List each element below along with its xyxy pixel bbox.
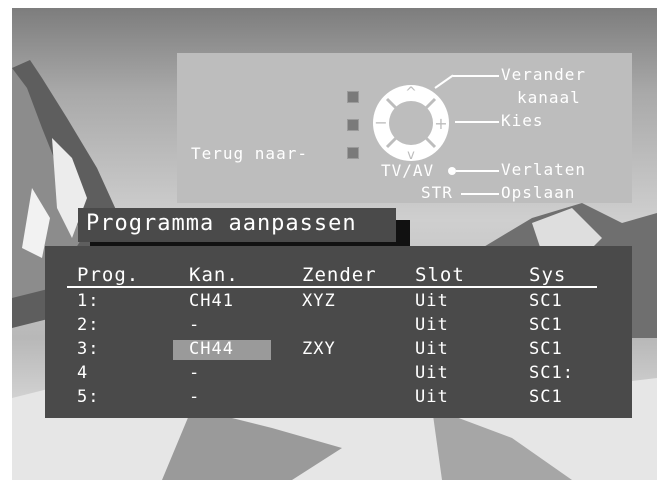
cell-prog: 4 — [77, 363, 89, 383]
table-row-selected[interactable]: 3: CH44 ZXY Uit SC1 — [45, 338, 632, 360]
tvav-dot-icon — [448, 167, 456, 175]
svg-text:^: ^ — [405, 85, 417, 101]
store-label: Opslaan — [501, 183, 576, 202]
cell-sys: SC1 — [529, 339, 563, 359]
header-divider — [67, 286, 597, 288]
indicator-square-3 — [347, 147, 359, 159]
header-zender: Zender — [302, 264, 377, 286]
svg-text:−: − — [374, 113, 387, 132]
program-table: Prog. Kan. Zender Slot Sys 1: CH41 XYZ U… — [45, 246, 632, 418]
cell-slot: Uit — [415, 339, 449, 359]
cell-kan: CH44 — [189, 339, 234, 359]
header-kan: Kan. — [189, 264, 239, 286]
connector-line — [455, 121, 499, 123]
cell-slot: Uit — [415, 291, 449, 311]
cell-zender: XYZ — [302, 291, 336, 311]
cell-kan: - — [189, 363, 201, 383]
cell-kan: - — [189, 315, 201, 335]
change-channel-label-1: Verander — [501, 65, 587, 84]
connector-line — [461, 193, 499, 195]
change-channel-label-2: kanaal — [517, 88, 581, 107]
indicator-square-2 — [347, 119, 359, 131]
table-row[interactable]: 4 - Uit SC1: — [45, 362, 632, 384]
connector-line — [453, 75, 499, 77]
remote-help-panel: Terug naar- ^ v − + Verander kanaal Kies… — [177, 53, 632, 203]
select-label: Kies — [501, 111, 544, 130]
header-sys: Sys — [529, 264, 567, 286]
cell-prog: 1: — [77, 291, 100, 311]
svg-text:+: + — [434, 114, 447, 133]
cell-zender: ZXY — [302, 339, 336, 359]
cell-sys: SC1 — [529, 315, 563, 335]
indicator-square-1 — [347, 91, 359, 103]
title-box: Programma aanpassen — [78, 208, 396, 242]
connector-line — [456, 170, 499, 172]
cell-prog: 5: — [77, 387, 100, 407]
cell-slot: Uit — [415, 363, 449, 383]
exit-label: Verlaten — [501, 160, 587, 179]
back-label: Terug naar- — [191, 144, 308, 163]
cell-sys: SC1 — [529, 387, 563, 407]
tv-screen: Terug naar- ^ v − + Verander kanaal Kies… — [12, 8, 657, 480]
header-slot: Slot — [415, 264, 465, 286]
cell-prog: 2: — [77, 315, 100, 335]
str-label: STR — [421, 183, 453, 202]
cell-sys: SC1 — [529, 291, 563, 311]
cell-sys: SC1: — [529, 363, 574, 383]
remote-dpad-icon: ^ v − + — [373, 85, 449, 163]
table-row[interactable]: 1: CH41 XYZ Uit SC1 — [45, 290, 632, 312]
page-title: Programma aanpassen — [86, 211, 357, 236]
cell-kan: CH41 — [189, 291, 234, 311]
cell-prog: 3: — [77, 339, 100, 359]
tvav-label: TV/AV — [381, 161, 435, 180]
cell-kan: - — [189, 387, 201, 407]
cell-slot: Uit — [415, 387, 449, 407]
cell-slot: Uit — [415, 315, 449, 335]
table-row[interactable]: 5: - Uit SC1 — [45, 386, 632, 408]
table-row[interactable]: 2: - Uit SC1 — [45, 314, 632, 336]
header-prog: Prog. — [77, 264, 140, 286]
